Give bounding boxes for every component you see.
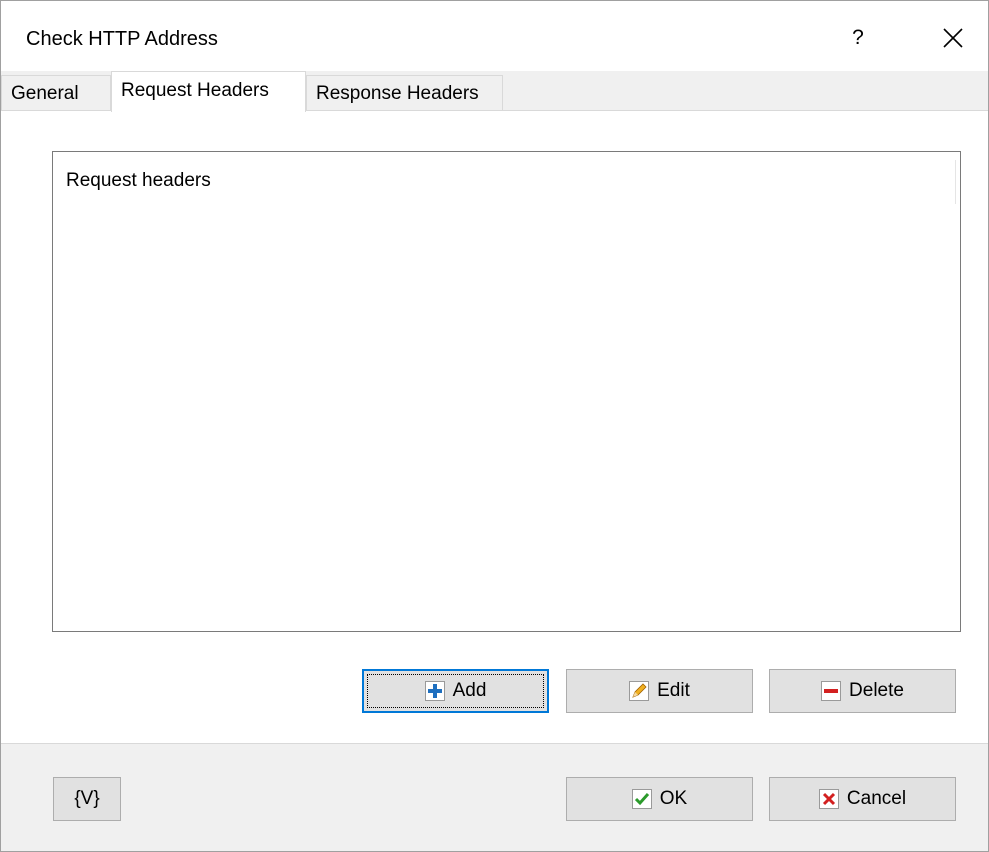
close-icon xyxy=(943,28,963,48)
minus-icon xyxy=(821,681,842,701)
cancel-button-label: Cancel xyxy=(846,788,907,809)
tab-strip: General Request Headers Response Headers xyxy=(1,71,988,112)
help-button[interactable]: ? xyxy=(843,23,873,53)
tab-general[interactable]: General xyxy=(1,75,111,110)
cancel-button[interactable]: Cancel xyxy=(769,777,956,821)
close-button[interactable] xyxy=(933,19,973,59)
ok-button-label: OK xyxy=(659,788,688,809)
tab-response-headers[interactable]: Response Headers xyxy=(306,75,503,110)
request-headers-list[interactable]: Request headers xyxy=(52,151,961,632)
variables-button[interactable]: {V} xyxy=(53,777,121,821)
title-bar: Check HTTP Address ? xyxy=(1,1,988,79)
focus-rectangle xyxy=(367,674,544,708)
variables-button-label: {V} xyxy=(74,788,100,809)
window-title: Check HTTP Address xyxy=(26,28,218,50)
delete-button-label: Delete xyxy=(849,680,904,701)
footer-divider xyxy=(1,743,988,744)
check-http-address-dialog: Check HTTP Address ? General Request Hea… xyxy=(0,0,989,852)
cancel-x-icon xyxy=(818,789,839,809)
request-headers-page: Request headers Add Edit Delete xyxy=(1,110,988,743)
column-divider[interactable] xyxy=(955,160,956,204)
pencil-icon xyxy=(629,681,650,701)
add-button[interactable]: Add xyxy=(362,669,549,713)
delete-button[interactable]: Delete xyxy=(769,669,956,713)
ok-button[interactable]: OK xyxy=(566,777,753,821)
checkmark-icon xyxy=(631,789,652,809)
edit-button-label: Edit xyxy=(657,680,690,701)
tab-request-headers[interactable]: Request Headers xyxy=(111,71,306,112)
edit-button[interactable]: Edit xyxy=(566,669,753,713)
list-column-header[interactable]: Request headers xyxy=(66,170,211,192)
